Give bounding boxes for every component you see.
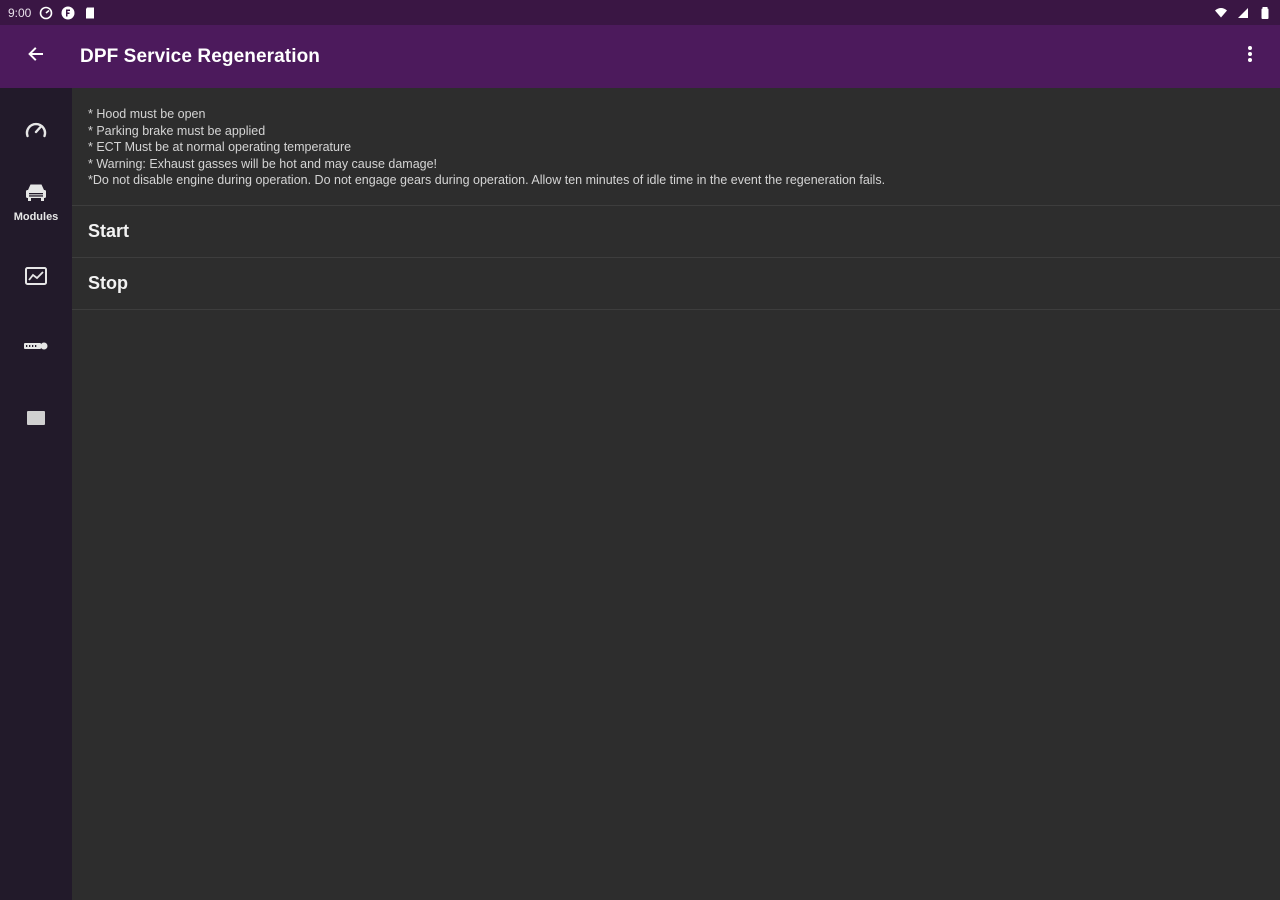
obd-icon (23, 339, 49, 357)
car-icon (24, 182, 48, 207)
speedometer-notification-icon (39, 6, 53, 20)
rail-item-square[interactable] (0, 398, 72, 442)
app-bar: DPF Service Regeneration (0, 25, 1280, 88)
overflow-menu-button[interactable] (1220, 25, 1280, 88)
status-left: 9:00 (8, 6, 97, 20)
wifi-icon (1214, 6, 1228, 20)
requirements-notes: * Hood must be open * Parking brake must… (72, 88, 1280, 206)
app-notification-icon (61, 6, 75, 20)
note-line: *Do not disable engine during operation.… (88, 173, 886, 187)
note-line: * Parking brake must be applied (88, 123, 266, 138)
rail-item-dashboard[interactable] (0, 110, 72, 154)
chart-icon (24, 266, 48, 291)
rail-item-graphs[interactable] (0, 256, 72, 300)
more-vert-icon (1247, 45, 1253, 68)
status-time: 9:00 (8, 5, 32, 20)
stop-button[interactable]: Stop (72, 258, 1280, 310)
note-line: * Warning: Exhaust gasses will be hot an… (88, 156, 438, 171)
rail-item-modules[interactable]: Modules (0, 174, 72, 230)
signal-icon (1236, 6, 1250, 20)
status-right (1214, 6, 1272, 20)
note-line: * Hood must be open (88, 107, 206, 121)
rail-item-obd[interactable] (0, 326, 72, 370)
square-icon (25, 409, 47, 432)
status-bar: 9:00 (0, 0, 1280, 25)
sd-card-icon (83, 6, 97, 20)
note-line: * ECT Must be at normal operating temper… (88, 140, 352, 154)
battery-icon (1258, 6, 1272, 20)
gauge-icon (24, 119, 48, 146)
main-content: * Hood must be open * Parking brake must… (72, 88, 1280, 900)
nav-rail: Modules (0, 88, 72, 900)
page-title: DPF Service Regeneration (80, 45, 320, 67)
rail-label-modules: Modules (13, 210, 59, 223)
back-button[interactable] (0, 25, 72, 88)
arrow-back-icon (26, 44, 46, 69)
start-button[interactable]: Start (72, 206, 1280, 258)
